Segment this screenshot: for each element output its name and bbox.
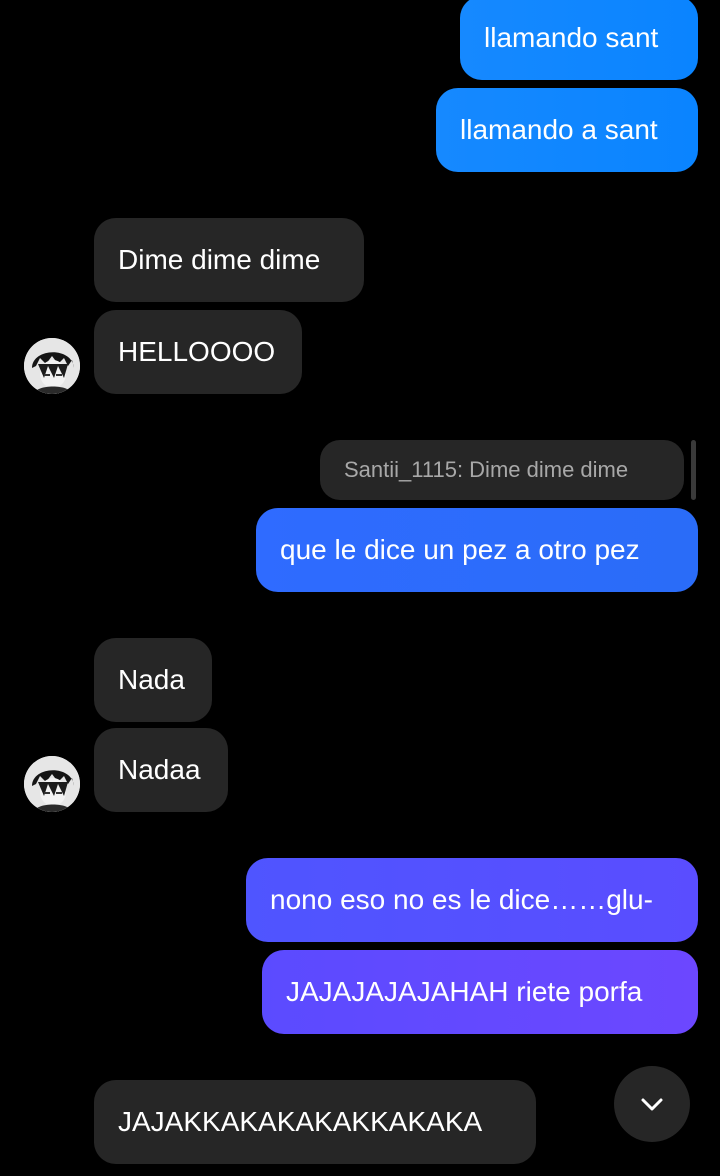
incoming-message[interactable]: JAJAKKAKAKAKAKKAKAKA: [94, 1080, 536, 1164]
contact-avatar-icon[interactable]: [24, 756, 80, 812]
reply-indicator-bar: [691, 440, 696, 500]
avatar-image: [24, 338, 80, 394]
reply-quote[interactable]: Santii_1115: Dime dime dime: [320, 440, 684, 500]
contact-avatar-icon[interactable]: [24, 338, 80, 394]
chevron-down-icon: [641, 1098, 663, 1111]
outgoing-message[interactable]: nono eso no es le dice……glu-: [246, 858, 698, 942]
incoming-message[interactable]: Dime dime dime: [94, 218, 364, 302]
incoming-message[interactable]: Nada: [94, 638, 212, 722]
incoming-message[interactable]: Nadaa: [94, 728, 228, 812]
outgoing-message[interactable]: llamando sant: [460, 0, 698, 80]
message-thread[interactable]: llamando sant llamando a sant Dime dime …: [0, 0, 720, 1176]
outgoing-message[interactable]: JAJAJAJAJAHAH riete porfa: [262, 950, 698, 1034]
outgoing-message[interactable]: llamando a sant: [436, 88, 698, 172]
incoming-message[interactable]: HELLOOOO: [94, 310, 302, 394]
avatar-image: [24, 756, 80, 812]
outgoing-message[interactable]: que le dice un pez a otro pez: [256, 508, 698, 592]
scroll-to-bottom-button[interactable]: [614, 1066, 690, 1142]
